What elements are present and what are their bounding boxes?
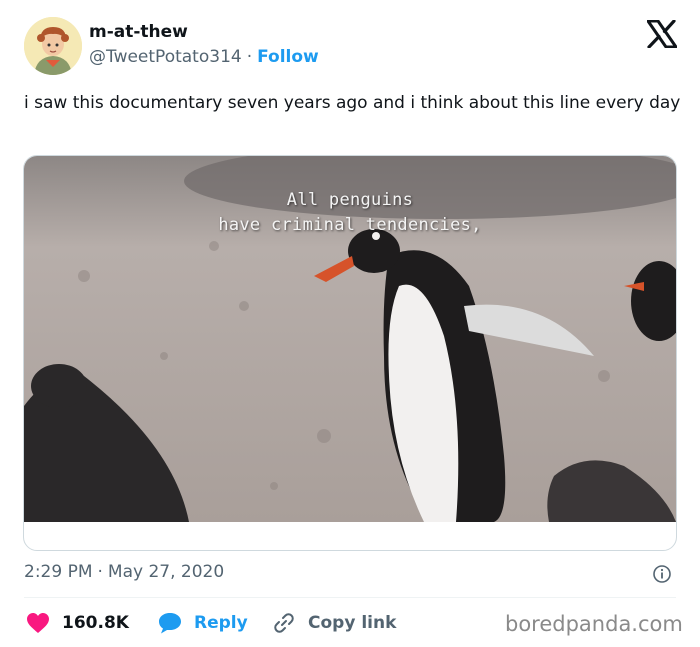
- follow-button[interactable]: Follow: [257, 47, 319, 67]
- timestamp-separator: ·: [97, 562, 103, 582]
- avatar[interactable]: [24, 17, 82, 75]
- author-handle[interactable]: @TweetPotato314: [89, 47, 242, 67]
- video-caption-line-1: All penguins: [286, 190, 414, 210]
- tweet-text: i saw this documentary seven years ago a…: [24, 93, 681, 113]
- timestamp[interactable]: 2:29 PM · May 27, 2020: [24, 562, 224, 582]
- x-logo-icon[interactable]: [647, 20, 677, 48]
- video-caption-line-2: have criminal tendencies,: [218, 215, 482, 235]
- cartoon-avatar-icon: [24, 17, 82, 75]
- like-button[interactable]: 160.8K: [26, 611, 129, 635]
- info-icon[interactable]: [652, 564, 672, 584]
- tweet-date: May 27, 2020: [107, 562, 225, 582]
- copy-link-label: Copy link: [308, 613, 397, 633]
- watermark: boredpanda.com: [505, 612, 683, 636]
- divider: [24, 597, 676, 598]
- handle-separator: ·: [246, 47, 253, 67]
- copy-link-button[interactable]: Copy link: [272, 611, 396, 635]
- reply-label: Reply: [194, 613, 248, 633]
- media-card[interactable]: All penguins have criminal tendencies,: [23, 155, 677, 551]
- author-handle-row: @TweetPotato314 · Follow: [89, 47, 319, 67]
- link-icon: [274, 613, 294, 633]
- reply-button[interactable]: Reply: [158, 611, 248, 635]
- reply-bubble-icon: [159, 613, 181, 634]
- heart-icon: [27, 613, 49, 633]
- author-name[interactable]: m-at-thew: [89, 22, 188, 42]
- like-count: 160.8K: [62, 613, 129, 633]
- tweet-time: 2:29 PM: [24, 562, 93, 582]
- penguin-image[interactable]: [24, 156, 676, 522]
